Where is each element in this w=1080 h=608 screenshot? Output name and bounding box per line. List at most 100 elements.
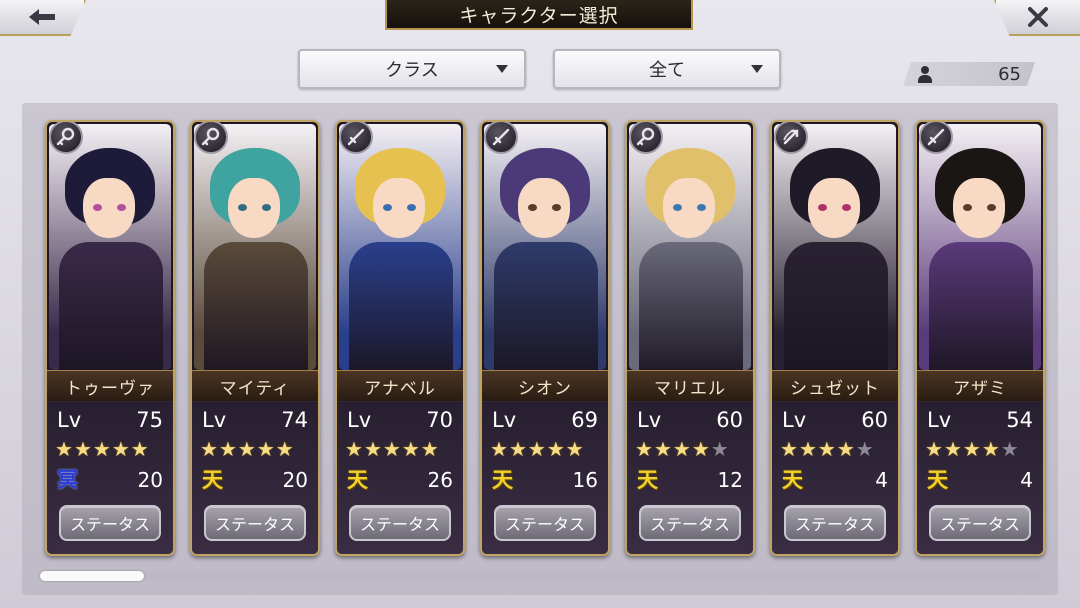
star-filled-icon: ★ bbox=[508, 437, 527, 461]
class-filter-label: クラス bbox=[385, 60, 439, 81]
character-card[interactable]: アナベル Lv 70 ★ ★ ★ ★ ★ 天 26 ステータス bbox=[335, 120, 465, 556]
character-card[interactable]: アザミ Lv 54 ★ ★ ★ ★ ★ 天 4 ステータス bbox=[915, 120, 1045, 556]
rarity-stars: ★ ★ ★ ★ ★ bbox=[200, 439, 294, 461]
level-value: 60 bbox=[861, 408, 888, 432]
level-value: 74 bbox=[281, 408, 308, 432]
character-stats: Lv 75 ★ ★ ★ ★ ★ 冥 20 ステータス bbox=[47, 401, 173, 554]
attribute-value: 16 bbox=[572, 468, 598, 492]
attribute-ten-icon: 天 bbox=[347, 468, 368, 492]
attribute-value: 20 bbox=[137, 468, 163, 492]
scope-filter-label: 全て bbox=[649, 60, 685, 81]
star-filled-icon: ★ bbox=[943, 437, 962, 461]
level-label: Lv bbox=[57, 408, 82, 432]
level-value: 69 bbox=[571, 408, 598, 432]
key-icon bbox=[49, 122, 83, 154]
level-value: 60 bbox=[716, 408, 743, 432]
level-value: 54 bbox=[1006, 408, 1033, 432]
character-stats: Lv 69 ★ ★ ★ ★ ★ 天 16 ステータス bbox=[482, 401, 608, 554]
character-portrait bbox=[339, 124, 461, 370]
scope-filter-dropdown[interactable]: 全て bbox=[553, 49, 781, 89]
character-stats: Lv 60 ★ ★ ★ ★ ★ 天 12 ステータス bbox=[627, 401, 753, 554]
star-filled-icon: ★ bbox=[635, 437, 653, 461]
star-filled-icon: ★ bbox=[817, 437, 836, 461]
person-icon bbox=[917, 65, 933, 83]
chevron-down-icon bbox=[751, 65, 763, 73]
character-portrait bbox=[919, 124, 1041, 370]
character-card[interactable]: トゥーヴァ Lv 75 ★ ★ ★ ★ ★ 冥 20 ステータス bbox=[45, 120, 175, 556]
star-empty-icon: ★ bbox=[1000, 437, 1019, 461]
bow-icon bbox=[774, 122, 808, 154]
rarity-stars: ★ ★ ★ ★ ★ bbox=[55, 439, 149, 461]
star-filled-icon: ★ bbox=[200, 437, 218, 461]
key-icon bbox=[194, 122, 228, 154]
character-portrait bbox=[629, 124, 751, 370]
star-empty-icon: ★ bbox=[855, 437, 874, 461]
sword-icon bbox=[484, 122, 518, 154]
star-filled-icon: ★ bbox=[798, 437, 817, 461]
star-filled-icon: ★ bbox=[691, 437, 710, 461]
rarity-stars: ★ ★ ★ ★ ★ bbox=[635, 439, 729, 461]
star-filled-icon: ★ bbox=[130, 437, 149, 461]
character-count-value: 65 bbox=[998, 63, 1021, 85]
star-filled-icon: ★ bbox=[527, 437, 546, 461]
character-stats: Lv 74 ★ ★ ★ ★ ★ 天 20 ステータス bbox=[192, 401, 318, 554]
character-stats: Lv 70 ★ ★ ★ ★ ★ 天 26 ステータス bbox=[337, 401, 463, 554]
star-filled-icon: ★ bbox=[962, 437, 981, 461]
star-filled-icon: ★ bbox=[401, 437, 420, 461]
character-portrait bbox=[774, 124, 896, 370]
scrollbar-track[interactable] bbox=[40, 571, 1042, 581]
star-filled-icon: ★ bbox=[237, 437, 256, 461]
sword-icon bbox=[339, 122, 373, 154]
character-portrait bbox=[484, 124, 606, 370]
star-empty-icon: ★ bbox=[710, 437, 729, 461]
close-button[interactable] bbox=[994, 0, 1080, 36]
star-filled-icon: ★ bbox=[653, 437, 672, 461]
attribute-ten-icon: 天 bbox=[782, 468, 803, 492]
level-label: Lv bbox=[927, 408, 952, 432]
character-stats: Lv 60 ★ ★ ★ ★ ★ 天 4 ステータス bbox=[772, 401, 898, 554]
star-filled-icon: ★ bbox=[672, 437, 691, 461]
key-icon bbox=[629, 122, 663, 154]
rarity-stars: ★ ★ ★ ★ ★ bbox=[490, 439, 584, 461]
rarity-stars: ★ ★ ★ ★ ★ bbox=[925, 439, 1019, 461]
status-button[interactable]: ステータス bbox=[639, 505, 741, 541]
star-filled-icon: ★ bbox=[363, 437, 382, 461]
scrollbar-thumb[interactable] bbox=[40, 571, 144, 581]
status-button[interactable]: ステータス bbox=[494, 505, 596, 541]
page-title: キャラクター選択 bbox=[385, 0, 693, 30]
character-name: マイティ bbox=[192, 370, 318, 402]
star-filled-icon: ★ bbox=[345, 437, 363, 461]
attribute-value: 4 bbox=[1020, 468, 1033, 492]
attribute-mei-icon: 冥 bbox=[57, 468, 78, 492]
character-card[interactable]: マリエル Lv 60 ★ ★ ★ ★ ★ 天 12 ステータス bbox=[625, 120, 755, 556]
class-filter-dropdown[interactable]: クラス bbox=[298, 49, 526, 89]
character-name: トゥーヴァ bbox=[47, 370, 173, 402]
character-stats: Lv 54 ★ ★ ★ ★ ★ 天 4 ステータス bbox=[917, 401, 1043, 554]
star-filled-icon: ★ bbox=[565, 437, 584, 461]
status-button[interactable]: ステータス bbox=[784, 505, 886, 541]
star-filled-icon: ★ bbox=[836, 437, 855, 461]
star-filled-icon: ★ bbox=[925, 437, 943, 461]
back-button[interactable] bbox=[0, 0, 86, 36]
character-card[interactable]: マイティ Lv 74 ★ ★ ★ ★ ★ 天 20 ステータス bbox=[190, 120, 320, 556]
level-value: 70 bbox=[426, 408, 453, 432]
attribute-ten-icon: 天 bbox=[637, 468, 658, 492]
attribute-ten-icon: 天 bbox=[202, 468, 223, 492]
chevron-down-icon bbox=[496, 65, 508, 73]
character-portrait bbox=[194, 124, 316, 370]
star-filled-icon: ★ bbox=[256, 437, 275, 461]
status-button[interactable]: ステータス bbox=[59, 505, 161, 541]
status-button[interactable]: ステータス bbox=[204, 505, 306, 541]
status-button[interactable]: ステータス bbox=[349, 505, 451, 541]
level-label: Lv bbox=[492, 408, 517, 432]
status-button[interactable]: ステータス bbox=[929, 505, 1031, 541]
star-filled-icon: ★ bbox=[490, 437, 508, 461]
sword-icon bbox=[919, 122, 953, 154]
character-card[interactable]: シオン Lv 69 ★ ★ ★ ★ ★ 天 16 ステータス bbox=[480, 120, 610, 556]
character-card[interactable]: シュゼット Lv 60 ★ ★ ★ ★ ★ 天 4 ステータス bbox=[770, 120, 900, 556]
attribute-ten-icon: 天 bbox=[492, 468, 513, 492]
attribute-value: 26 bbox=[427, 468, 453, 492]
character-name: シュゼット bbox=[772, 370, 898, 402]
attribute-ten-icon: 天 bbox=[927, 468, 948, 492]
rarity-stars: ★ ★ ★ ★ ★ bbox=[780, 439, 874, 461]
